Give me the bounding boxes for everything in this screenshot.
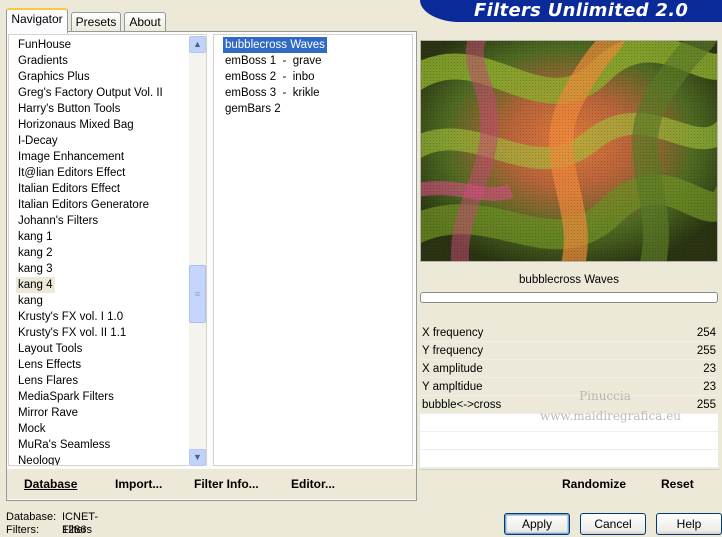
- parameter-value: 255: [696, 345, 716, 357]
- category-item[interactable]: Krusty's FX vol. I 1.0: [18, 309, 123, 325]
- category-item[interactable]: Lens Flares: [18, 373, 78, 389]
- scroll-thumb[interactable]: ≡: [189, 265, 206, 323]
- parameter-label: bubble<->cross: [422, 399, 502, 411]
- category-item[interactable]: Lens Effects: [18, 357, 81, 373]
- category-item[interactable]: kang 4: [16, 277, 55, 293]
- parameter-row-empty: [420, 450, 718, 468]
- category-item[interactable]: It@lian Editors Effect: [18, 165, 125, 181]
- parameter-row[interactable]: bubble<->cross 255: [420, 396, 718, 414]
- app-title-banner: Filters Unlimited 2.0: [420, 0, 722, 22]
- database-status-label: Database:: [6, 511, 57, 523]
- editor-button-label: Editor...: [291, 477, 336, 491]
- filter-item[interactable]: emBoss 3 - krikle: [225, 85, 320, 101]
- database-button-label: Database: [24, 477, 78, 491]
- parameter-row[interactable]: Y frequency 255: [420, 342, 718, 360]
- category-item[interactable]: Krusty's FX vol. II 1.1: [18, 325, 126, 341]
- editor-button[interactable]: Editor...: [291, 476, 335, 492]
- randomize-button[interactable]: Randomize: [562, 476, 626, 492]
- category-item[interactable]: Image Enhancement: [18, 149, 124, 165]
- filter-list[interactable]: bubblecross Waves emBoss 1 - grave emBoss …: [213, 34, 413, 466]
- category-item[interactable]: Harry's Button Tools: [18, 101, 120, 117]
- category-item[interactable]: MuRa's Seamless: [18, 437, 110, 453]
- parameter-value: 254: [696, 327, 716, 339]
- parameter-row-empty: [420, 414, 718, 432]
- filter-item[interactable]: emBoss 1 - grave: [225, 53, 322, 69]
- parameter-label: Y frequency: [422, 345, 484, 357]
- tab-navigator[interactable]: Navigator: [6, 8, 68, 33]
- category-item[interactable]: Mock: [18, 421, 45, 437]
- help-button[interactable]: Help: [656, 513, 722, 535]
- category-scrollbar[interactable]: ▲ ≡ ▼: [189, 36, 206, 466]
- parameter-value: 23: [703, 381, 716, 393]
- parameter-row[interactable]: Y ampltidue 23: [420, 378, 718, 396]
- filter-item[interactable]: emBoss 2 - inbo: [225, 69, 314, 85]
- category-item[interactable]: kang 1: [18, 229, 53, 245]
- category-item[interactable]: kang 2: [18, 245, 53, 261]
- reset-button[interactable]: Reset: [661, 476, 694, 492]
- category-item[interactable]: kang: [18, 293, 43, 309]
- preview-render: [421, 41, 717, 261]
- parameter-row-empty: [420, 432, 718, 450]
- category-item[interactable]: Gradients: [18, 53, 68, 69]
- parameter-value: 255: [696, 399, 716, 411]
- category-item[interactable]: Greg's Factory Output Vol. II: [18, 85, 163, 101]
- randomize-button-label: Randomize: [562, 477, 627, 491]
- category-item[interactable]: Italian Editors Generatore: [18, 197, 149, 213]
- category-item[interactable]: Johann's Filters: [18, 213, 98, 229]
- filter-preview-image: [420, 40, 718, 262]
- reset-button-label: Reset: [661, 477, 694, 491]
- parameter-row[interactable]: X frequency 254: [420, 324, 718, 342]
- scroll-down-button[interactable]: ▼: [189, 449, 206, 466]
- parameter-row[interactable]: X amplitude 23: [420, 360, 718, 378]
- database-status: Database: ICNET-Filters: [6, 511, 98, 536]
- chevron-down-icon: ▼: [193, 452, 202, 462]
- apply-button[interactable]: Apply: [504, 513, 570, 535]
- category-item[interactable]: Italian Editors Effect: [18, 181, 120, 197]
- category-item[interactable]: Graphics Plus: [18, 69, 90, 85]
- grip-icon: ≡: [194, 289, 201, 299]
- category-item[interactable]: Layout Tools: [18, 341, 82, 357]
- category-item[interactable]: Neology: [18, 453, 60, 465]
- filter-item[interactable]: bubblecross Waves: [223, 37, 327, 53]
- filter-info-button-label: Filter Info...: [194, 477, 259, 491]
- tab-about[interactable]: About: [124, 12, 166, 32]
- parameter-value: 23: [703, 363, 716, 375]
- parameter-label: X amplitude: [422, 363, 483, 375]
- category-item[interactable]: Horizonaus Mixed Bag: [18, 117, 134, 133]
- database-button[interactable]: Database: [24, 476, 77, 492]
- category-item[interactable]: MediaSpark Filters: [18, 389, 114, 405]
- import-button-label: Import...: [115, 477, 163, 491]
- category-item[interactable]: I-Decay: [18, 133, 58, 149]
- import-button[interactable]: Import...: [115, 476, 162, 492]
- parameter-label: Y ampltidue: [422, 381, 483, 393]
- cancel-button[interactable]: Cancel: [580, 513, 646, 535]
- scroll-up-button[interactable]: ▲: [189, 36, 206, 53]
- selected-filter-name: bubblecross Waves: [519, 274, 619, 286]
- chevron-up-icon: ▲: [193, 39, 202, 49]
- progress-bar: [420, 292, 718, 303]
- parameter-label: X frequency: [422, 327, 484, 339]
- tab-presets[interactable]: Presets: [71, 12, 121, 32]
- filter-info-button[interactable]: Filter Info...: [194, 476, 259, 492]
- category-item[interactable]: Mirror Rave: [18, 405, 78, 421]
- category-item[interactable]: FunHouse: [18, 37, 71, 53]
- category-list[interactable]: FunHouse Gradients Graphics Plus Greg's Fac…: [8, 34, 207, 466]
- app-title: Filters Unlimited 2.0: [474, 0, 689, 21]
- filter-item[interactable]: gemBars 2: [225, 101, 281, 117]
- filters-status-label: Filters:: [6, 524, 39, 536]
- category-item[interactable]: kang 3: [18, 261, 53, 277]
